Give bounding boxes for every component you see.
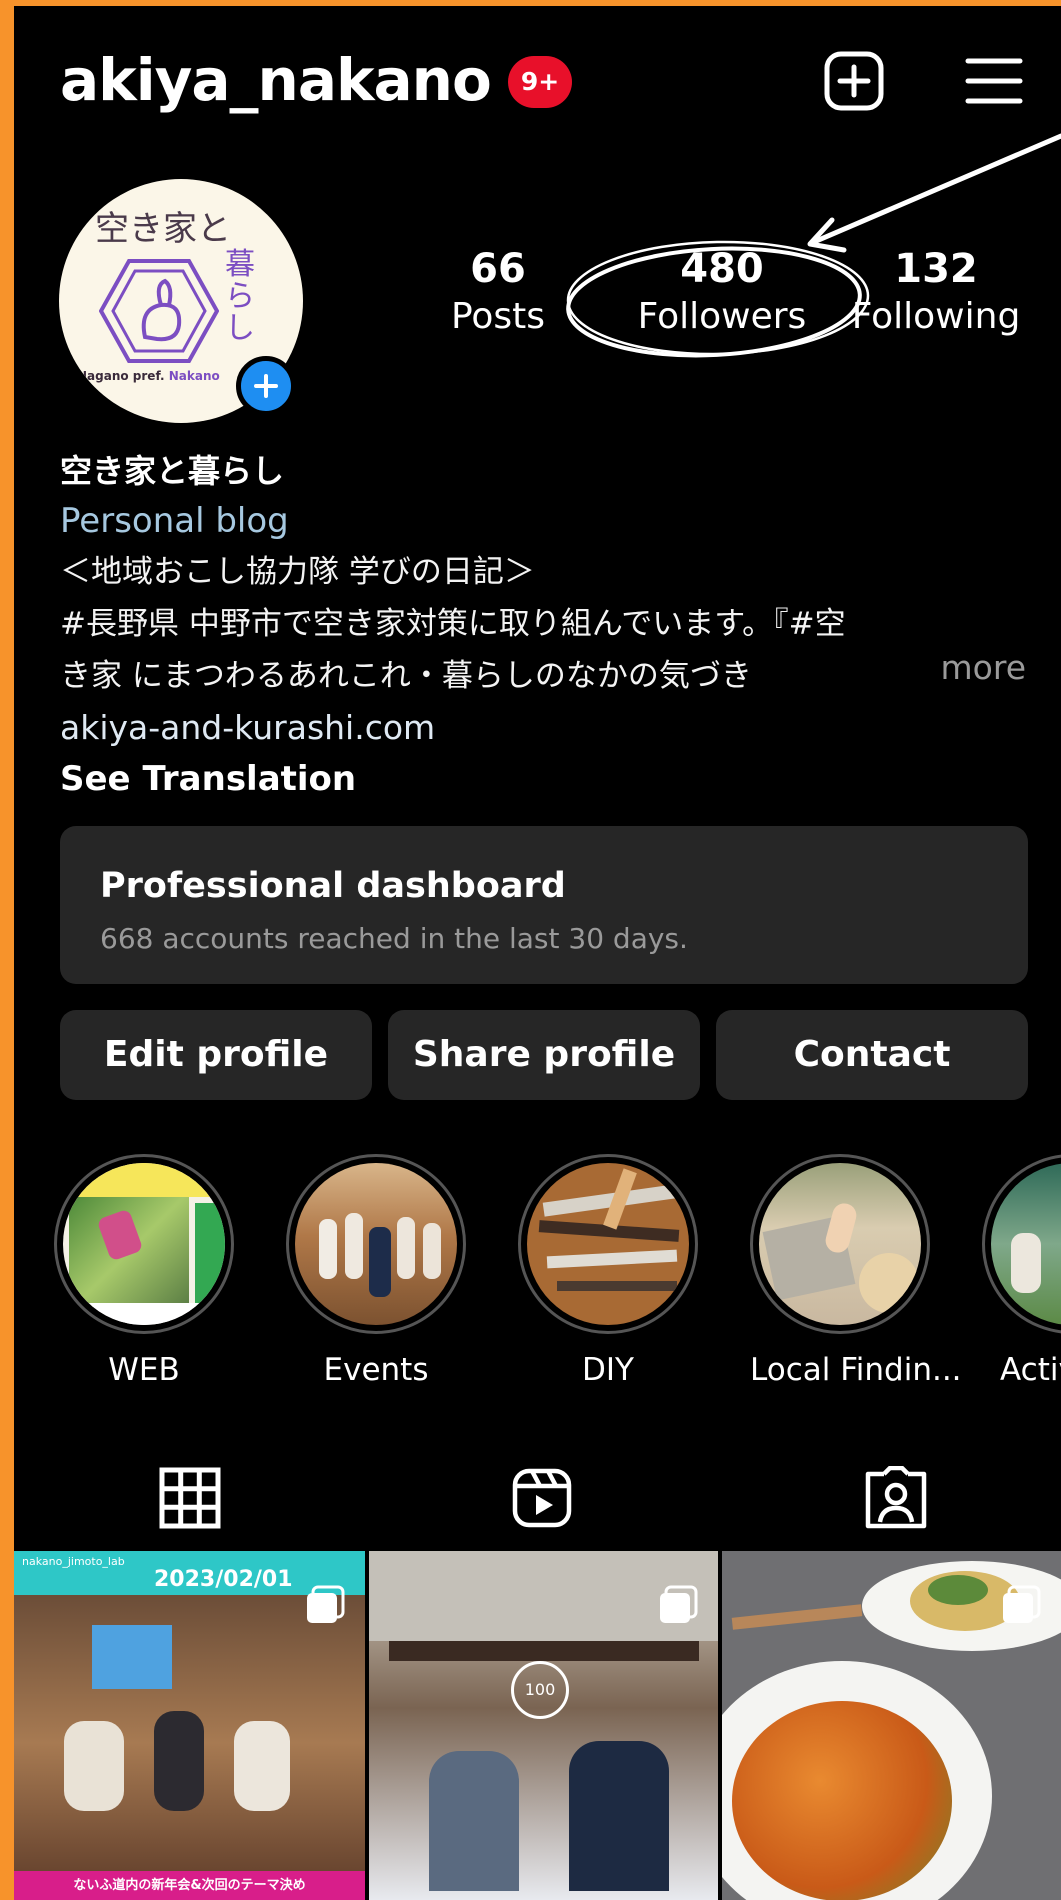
followers-stat[interactable]: 480 Followers bbox=[622, 246, 822, 337]
bio-section: 空き家と暮らし Personal blog ＜地域おこし協力隊 学びの日記＞ #… bbox=[60, 446, 1040, 804]
highlight-label: Activ bbox=[1000, 1352, 1061, 1388]
rabbit-logo-icon bbox=[99, 259, 219, 363]
highlight-activities[interactable]: Activ bbox=[982, 1154, 1061, 1388]
tab-grid[interactable] bbox=[158, 1466, 222, 1530]
highlight-ring bbox=[750, 1154, 930, 1334]
post-thumbnail[interactable] bbox=[722, 1551, 1061, 1900]
repost-user: nakano_jimoto_lab bbox=[22, 1555, 125, 1568]
reels-icon bbox=[512, 1468, 572, 1528]
website-link[interactable]: akiya-and-kurashi.com bbox=[60, 702, 1040, 754]
multiple-photos-icon bbox=[307, 1585, 345, 1623]
highlight-label: Events bbox=[323, 1352, 429, 1388]
tab-tagged[interactable] bbox=[864, 1465, 928, 1530]
create-button[interactable] bbox=[823, 50, 885, 112]
dashboard-title: Professional dashboard bbox=[100, 866, 566, 906]
post-screen bbox=[92, 1625, 172, 1689]
plus-icon bbox=[254, 374, 278, 398]
share-profile-button[interactable]: Share profile bbox=[388, 1010, 700, 1100]
highlight-cover-image bbox=[991, 1163, 1061, 1325]
highlight-ring bbox=[54, 1154, 234, 1334]
followers-label: Followers bbox=[637, 296, 807, 337]
bio-line: ＜地域おこし協力隊 学びの日記＞ bbox=[60, 554, 535, 590]
highlight-local-findings[interactable]: Local Findin... bbox=[750, 1154, 962, 1388]
following-label: Following bbox=[851, 296, 1021, 337]
profile-screen: akiya_nakano 9+ 空き家と 暮らし Nagano pref. Na… bbox=[14, 6, 1061, 1900]
following-count: 132 bbox=[894, 246, 978, 292]
highlight-ring bbox=[518, 1154, 698, 1334]
highlight-label: DIY bbox=[582, 1352, 634, 1388]
post-caption-banner: ないふ道内の新年会&次回のテーマ決め bbox=[14, 1871, 365, 1900]
add-story-button[interactable] bbox=[236, 356, 296, 416]
posts-count: 66 bbox=[470, 246, 526, 292]
posts-stat[interactable]: 66 Posts bbox=[398, 246, 598, 337]
professional-dashboard[interactable]: Professional dashboard 668 accounts reac… bbox=[60, 826, 1028, 984]
bio-line: き家 にまつわるあれこれ・暮らしのなかの気づき bbox=[60, 658, 752, 694]
followers-count: 480 bbox=[680, 246, 764, 292]
highlight-ring bbox=[286, 1154, 466, 1334]
contact-button[interactable]: Contact bbox=[716, 1010, 1028, 1100]
highlight-ring bbox=[982, 1154, 1061, 1334]
top-bar: akiya_nakano 9+ bbox=[14, 6, 1061, 156]
grid-icon bbox=[159, 1467, 221, 1529]
see-translation-link[interactable]: See Translation bbox=[60, 754, 1040, 804]
avatar-logo-footer: Nagano pref. Nakano bbox=[77, 369, 220, 383]
profile-category: Personal blog bbox=[60, 501, 289, 541]
highlight-label: Local Findin... bbox=[750, 1352, 962, 1388]
post-stamp: 100 bbox=[511, 1661, 569, 1719]
menu-button[interactable] bbox=[964, 56, 1024, 106]
highlight-events[interactable]: Events bbox=[286, 1154, 466, 1388]
bio-more-link[interactable]: more bbox=[941, 648, 1026, 687]
following-stat[interactable]: 132 Following bbox=[836, 246, 1036, 337]
post-thumbnail[interactable]: 100 bbox=[369, 1551, 718, 1900]
tagged-person-icon bbox=[865, 1465, 927, 1529]
bio-line: #長野県 中野市で空き家対策に取り組んでいます。『#空 bbox=[60, 606, 846, 642]
tab-reels[interactable] bbox=[510, 1466, 574, 1530]
username-switcher[interactable]: akiya_nakano bbox=[60, 46, 492, 114]
multiple-photos-icon bbox=[660, 1585, 698, 1623]
multiple-photos-icon bbox=[1003, 1585, 1041, 1623]
highlight-cover-image bbox=[63, 1163, 225, 1325]
dashboard-subtitle: 668 accounts reached in the last 30 days… bbox=[100, 922, 688, 955]
highlight-label: WEB bbox=[108, 1352, 180, 1388]
edit-profile-button[interactable]: Edit profile bbox=[60, 1010, 372, 1100]
plus-square-icon bbox=[824, 51, 884, 111]
profile-name: 空き家と暮らし bbox=[60, 452, 285, 490]
post-thumbnail[interactable]: nakano_jimoto_lab 2023/02/01 ないふ道内の新年会&次… bbox=[14, 1551, 365, 1900]
notification-badge: 9+ bbox=[508, 56, 572, 108]
avatar-logo-subtitle: 暮らし bbox=[225, 247, 255, 346]
avatar-logo-title: 空き家と bbox=[95, 209, 231, 249]
posts-label: Posts bbox=[450, 296, 546, 337]
highlight-web[interactable]: WEB bbox=[54, 1154, 234, 1388]
highlight-diy[interactable]: DIY bbox=[518, 1154, 698, 1388]
highlight-cover-image bbox=[527, 1163, 689, 1325]
highlight-cover-image bbox=[295, 1163, 457, 1325]
hamburger-menu-icon bbox=[965, 58, 1023, 104]
highlight-cover-image bbox=[759, 1163, 921, 1325]
post-date-text: 2023/02/01 bbox=[154, 1567, 293, 1592]
